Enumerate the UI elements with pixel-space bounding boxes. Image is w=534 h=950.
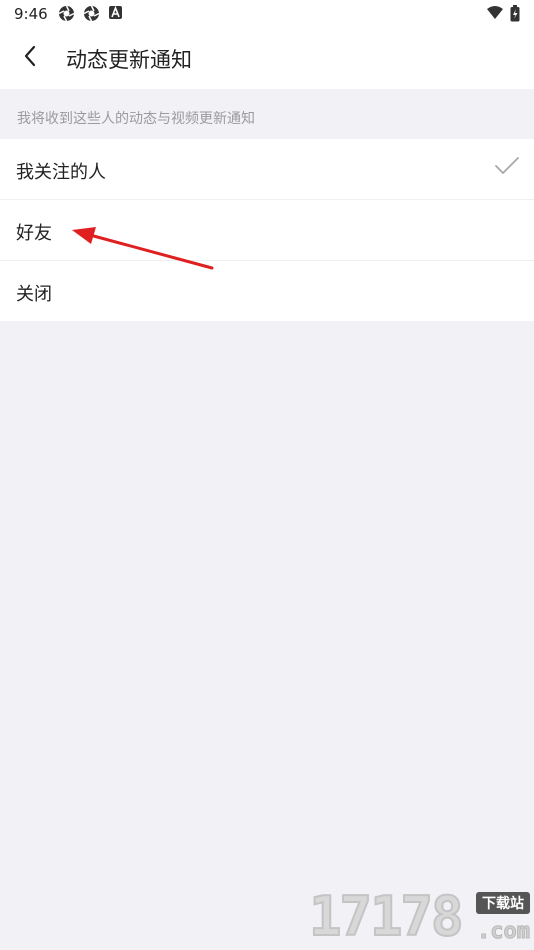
section-header: 我将收到这些人的动态与视频更新通知 (0, 89, 534, 139)
option-label: 我关注的人 (16, 162, 106, 183)
annotation-arrow (72, 227, 214, 270)
watermark-domain: .com (477, 919, 531, 945)
back-button[interactable] (14, 42, 46, 74)
section-header-text: 我将收到这些人的动态与视频更新通知 (17, 111, 255, 127)
aperture-icon (58, 5, 75, 26)
page-title: 动态更新通知 (66, 48, 192, 72)
nav-bar: 动态更新通知 (0, 28, 534, 89)
watermark: 17178 下载站 .com (308, 884, 534, 950)
watermark-badge: 下载站 (476, 892, 530, 914)
wifi-icon (486, 5, 504, 26)
aperture-icon (83, 5, 100, 26)
option-label: 关闭 (16, 284, 52, 305)
status-icons-right (486, 5, 520, 26)
check-icon (494, 156, 520, 180)
option-label: 好友 (16, 223, 52, 244)
status-time: 9:46 (14, 5, 48, 23)
chevron-left-icon (23, 45, 37, 71)
option-following[interactable]: 我关注的人 (0, 139, 534, 200)
watermark-number: 17178 (308, 884, 465, 949)
status-icons-left (58, 5, 123, 26)
battery-charging-icon (510, 5, 520, 26)
notification-a-icon (108, 5, 123, 26)
status-bar: 9:46 (0, 0, 534, 28)
